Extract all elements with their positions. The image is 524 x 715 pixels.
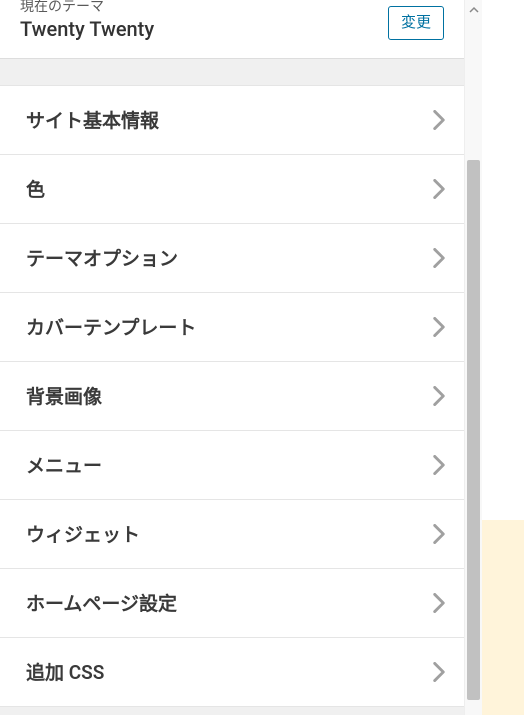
section-widgets[interactable]: ウィジェット <box>0 500 464 569</box>
scroll-thumb[interactable] <box>467 160 480 700</box>
preview-sliver <box>482 0 524 715</box>
chevron-right-icon <box>432 389 446 403</box>
change-theme-button[interactable]: 変更 <box>388 6 444 40</box>
section-additional-css[interactable]: 追加 CSS <box>0 638 464 707</box>
theme-name: Twenty Twenty <box>20 16 154 42</box>
section-label: ホームページ設定 <box>26 589 177 616</box>
section-colors[interactable]: 色 <box>0 155 464 224</box>
current-theme-label: 現在のテーマ <box>20 0 154 16</box>
section-homepage-settings[interactable]: ホームページ設定 <box>0 569 464 638</box>
section-label: サイト基本情報 <box>26 106 159 133</box>
section-site-identity[interactable]: サイト基本情報 <box>0 86 464 155</box>
section-menus[interactable]: メニュー <box>0 431 464 500</box>
scroll-up-icon[interactable] <box>465 2 482 18</box>
chevron-right-icon <box>432 182 446 196</box>
customizer-section-list: サイト基本情報 色 テーマオプション カバーテンプレート <box>0 85 464 707</box>
section-label: ウィジェット <box>26 520 140 547</box>
theme-header: 現在のテーマ Twenty Twenty 変更 <box>0 0 464 59</box>
section-label: テーマオプション <box>26 244 178 271</box>
chevron-right-icon <box>432 665 446 679</box>
section-label: メニュー <box>26 451 102 478</box>
spacer <box>0 59 464 85</box>
section-cover-template[interactable]: カバーテンプレート <box>0 293 464 362</box>
section-label: 色 <box>26 175 45 202</box>
section-label: 追加 CSS <box>26 658 104 685</box>
chevron-right-icon <box>432 458 446 472</box>
chevron-right-icon <box>432 596 446 610</box>
chevron-right-icon <box>432 527 446 541</box>
section-theme-options[interactable]: テーマオプション <box>0 224 464 293</box>
theme-info: 現在のテーマ Twenty Twenty <box>20 4 154 42</box>
scrollbar[interactable] <box>464 0 482 715</box>
chevron-right-icon <box>432 251 446 265</box>
preview-sliver-region <box>482 520 524 715</box>
chevron-right-icon <box>432 320 446 334</box>
section-background-image[interactable]: 背景画像 <box>0 362 464 431</box>
chevron-right-icon <box>432 113 446 127</box>
section-label: 背景画像 <box>26 382 102 409</box>
section-label: カバーテンプレート <box>26 313 196 340</box>
